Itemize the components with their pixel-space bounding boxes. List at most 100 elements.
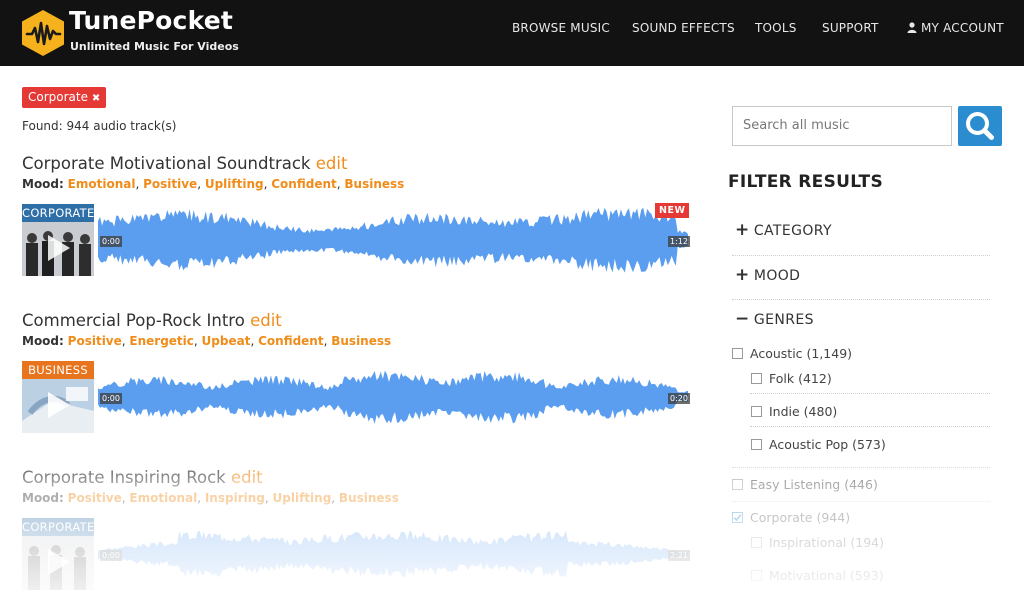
mood-tag[interactable]: Business — [331, 334, 391, 348]
mood-tag[interactable]: Emotional — [129, 491, 197, 505]
nav-browse-music[interactable]: BROWSE MUSIC — [512, 21, 610, 35]
check-icon — [733, 514, 742, 522]
mood-tag[interactable]: Upbeat — [202, 334, 251, 348]
mood-tag[interactable]: Confident — [258, 334, 324, 348]
track-thumbnail[interactable]: CORPORATE — [22, 204, 94, 276]
filter-section-label: CATEGORY — [753, 223, 832, 239]
time-duration: 1:12 — [668, 236, 690, 247]
genre-checkbox-indie[interactable]: Indie (480) — [751, 404, 837, 419]
genre-checkbox-easy-listening[interactable]: Easy Listening (446) — [732, 477, 878, 492]
genre-label: Acoustic Pop (573) — [769, 437, 886, 452]
edit-link[interactable]: edit — [316, 154, 348, 173]
nav-my-account[interactable]: MY ACCOUNT — [907, 21, 1004, 35]
mood-tag[interactable]: Positive — [68, 491, 122, 505]
divider — [750, 426, 990, 427]
track-thumbnail[interactable]: CORPORATE — [22, 518, 94, 590]
filter-section-label: MOOD — [753, 268, 801, 284]
genre-label: Acoustic (1,149) — [750, 346, 853, 361]
mood-tag[interactable]: Inspiring — [205, 491, 265, 505]
track-item: Commercial Pop-Rock Intro edit Mood: Pos… — [22, 311, 692, 441]
top-navigation-bar: TunePocket Unlimited Music For Videos BR… — [0, 0, 1024, 66]
mood-tag[interactable]: Uplifting — [273, 491, 332, 505]
checkbox-checked[interactable] — [732, 512, 743, 523]
mood-tag[interactable]: Positive — [68, 334, 122, 348]
checkbox[interactable] — [751, 537, 762, 548]
play-icon[interactable] — [47, 234, 71, 262]
checkbox[interactable] — [751, 373, 762, 384]
time-duration: 2:21 — [668, 550, 690, 561]
waveform-shape — [98, 207, 688, 273]
thumbnail-label: CORPORATE — [22, 204, 94, 222]
mood-tag[interactable]: Energetic — [129, 334, 194, 348]
nav-sound-effects[interactable]: SOUND EFFECTS — [632, 21, 735, 35]
brand-name[interactable]: TunePocket — [69, 6, 233, 35]
checkbox[interactable] — [751, 406, 762, 417]
checkbox[interactable] — [751, 570, 762, 581]
divider — [732, 501, 990, 502]
checkbox[interactable] — [732, 348, 743, 359]
filter-section-genres[interactable]: − GENRES — [735, 309, 814, 329]
divider — [732, 255, 990, 256]
divider — [732, 467, 990, 468]
genre-checkbox-folk[interactable]: Folk (412) — [751, 371, 832, 386]
active-filter-chip[interactable]: Corporate ✖ — [22, 87, 107, 108]
time-start: 0:00 — [100, 393, 122, 404]
track-title-text[interactable]: Commercial Pop-Rock Intro — [22, 311, 245, 330]
user-icon — [907, 22, 917, 33]
filter-section-category[interactable]: + CATEGORY — [735, 220, 832, 240]
mood-tag[interactable]: Business — [344, 177, 404, 191]
mood-row: Mood: Positive, Emotional, Inspiring, Up… — [22, 491, 399, 505]
nav-support[interactable]: SUPPORT — [822, 21, 879, 35]
mood-label: Mood: — [22, 177, 64, 191]
results-count: Found: 944 audio track(s) — [22, 119, 177, 133]
time-start: 0:00 — [100, 236, 122, 247]
expand-icon: + — [735, 265, 750, 285]
logo-icon[interactable] — [21, 9, 65, 57]
track-title[interactable]: Commercial Pop-Rock Intro edit — [22, 311, 692, 330]
waveform[interactable] — [98, 204, 688, 276]
thumbnail-label: BUSINESS — [22, 361, 94, 379]
waveform[interactable] — [98, 518, 688, 590]
mood-tag[interactable]: Positive — [143, 177, 197, 191]
genre-checkbox-inspirational[interactable]: Inspirational (194) — [751, 535, 884, 550]
track-item: Corporate Motivational Soundtrack edit M… — [22, 154, 692, 284]
genre-checkbox-acoustic[interactable]: Acoustic (1,149) — [732, 346, 852, 361]
edit-link[interactable]: edit — [250, 311, 282, 330]
genre-checkbox-corporate[interactable]: Corporate (944) — [732, 510, 850, 525]
mood-row: Mood: Positive, Energetic, Upbeat, Confi… — [22, 334, 392, 348]
genre-label: Easy Listening (446) — [750, 477, 878, 492]
nav-tools[interactable]: TOOLS — [755, 21, 797, 35]
brand-tagline: Unlimited Music For Videos — [70, 40, 239, 53]
mood-tag[interactable]: Emotional — [68, 177, 136, 191]
track-title[interactable]: Corporate Inspiring Rock edit — [22, 468, 692, 487]
track-title-text[interactable]: Corporate Motivational Soundtrack — [22, 154, 310, 173]
search-input[interactable]: Search all music — [732, 106, 952, 146]
genre-label: Folk (412) — [769, 371, 832, 386]
divider — [732, 299, 990, 300]
expand-icon: + — [735, 220, 750, 240]
search-icon — [966, 112, 994, 140]
waveform[interactable] — [98, 361, 688, 433]
checkbox[interactable] — [751, 439, 762, 450]
mood-tag[interactable]: Uplifting — [205, 177, 264, 191]
play-icon[interactable] — [47, 391, 71, 419]
filter-section-mood[interactable]: + MOOD — [735, 265, 800, 285]
checkbox[interactable] — [732, 479, 743, 490]
edit-link[interactable]: edit — [231, 468, 263, 487]
new-badge: NEW — [655, 203, 690, 218]
genre-label: Motivational (593) — [769, 568, 884, 583]
mood-label: Mood: — [22, 491, 64, 505]
active-filter-label: Corporate — [28, 90, 88, 104]
genre-checkbox-acoustic-pop[interactable]: Acoustic Pop (573) — [751, 437, 886, 452]
search-button[interactable] — [958, 106, 1002, 146]
mood-tag[interactable]: Business — [339, 491, 399, 505]
remove-filter-icon[interactable]: ✖ — [92, 93, 100, 104]
play-icon[interactable] — [47, 548, 71, 576]
mood-label: Mood: — [22, 334, 64, 348]
track-title-text[interactable]: Corporate Inspiring Rock — [22, 468, 226, 487]
track-thumbnail[interactable]: BUSINESS — [22, 361, 94, 433]
mood-tag[interactable]: Confident — [271, 177, 337, 191]
track-title[interactable]: Corporate Motivational Soundtrack edit — [22, 154, 692, 173]
genre-checkbox-motivational[interactable]: Motivational (593) — [751, 568, 884, 583]
thumbnail-label: CORPORATE — [22, 518, 94, 536]
